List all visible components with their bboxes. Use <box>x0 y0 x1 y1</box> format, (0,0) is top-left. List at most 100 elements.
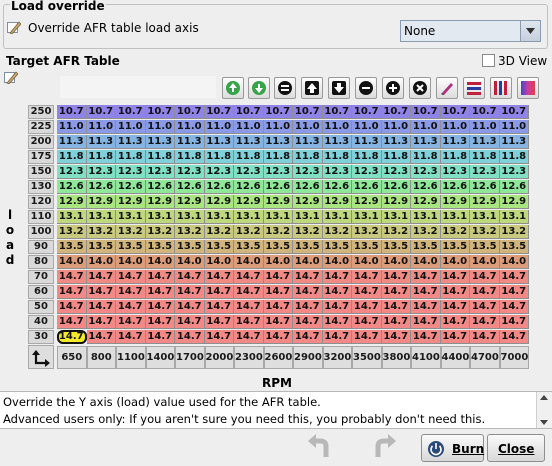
afr-cell[interactable]: 11.0 <box>175 120 205 134</box>
afr-cell[interactable]: 11.0 <box>440 120 470 134</box>
afr-cell[interactable]: 11.0 <box>234 120 264 134</box>
afr-cell[interactable]: 11.3 <box>499 135 529 149</box>
afr-cell[interactable]: 14.0 <box>263 255 293 269</box>
afr-cell[interactable]: 11.0 <box>293 120 323 134</box>
afr-cell[interactable]: 12.3 <box>204 165 234 179</box>
decrement-button[interactable] <box>248 77 270 99</box>
undo-icon[interactable] <box>306 433 336 461</box>
load-axis-cell[interactable]: 110 <box>28 210 54 224</box>
decrease-button[interactable] <box>328 77 350 99</box>
afr-cell[interactable]: 11.3 <box>116 135 146 149</box>
afr-cell[interactable]: 13.1 <box>322 210 352 224</box>
afr-cell[interactable]: 14.7 <box>322 300 352 314</box>
afr-cell[interactable]: 11.3 <box>263 135 293 149</box>
afr-cell[interactable]: 12.6 <box>293 180 323 194</box>
afr-cell[interactable]: 14.0 <box>86 255 116 269</box>
afr-cell[interactable]: 10.7 <box>381 105 411 119</box>
afr-cell[interactable]: 14.7 <box>352 270 382 284</box>
load-axis-select[interactable]: None <box>400 20 541 42</box>
afr-cell[interactable]: 13.5 <box>470 240 500 254</box>
afr-cell[interactable]: 13.1 <box>116 210 146 224</box>
rpm-axis-cell[interactable]: 4700 <box>470 346 500 369</box>
afr-cell[interactable]: 12.9 <box>411 195 441 209</box>
afr-cell[interactable]: 14.7 <box>440 330 470 344</box>
afr-cell[interactable]: 14.7 <box>116 270 146 284</box>
afr-cell[interactable]: 12.9 <box>145 195 175 209</box>
afr-cell[interactable]: 11.3 <box>175 135 205 149</box>
afr-cell[interactable]: 12.3 <box>175 165 205 179</box>
afr-cell[interactable]: 11.3 <box>381 135 411 149</box>
afr-cell[interactable]: 12.3 <box>381 165 411 179</box>
afr-cell[interactable]: 14.0 <box>175 255 205 269</box>
afr-cell[interactable]: 14.7 <box>57 270 87 284</box>
afr-cell[interactable]: 11.3 <box>322 135 352 149</box>
afr-cell[interactable]: 14.7 <box>499 330 529 344</box>
afr-cell[interactable]: 13.2 <box>499 225 529 239</box>
afr-cell[interactable]: 12.6 <box>145 180 175 194</box>
afr-cell[interactable]: 13.5 <box>263 240 293 254</box>
afr-cell[interactable]: 13.2 <box>411 225 441 239</box>
afr-cell[interactable]: 14.7 <box>204 330 234 344</box>
afr-cell[interactable]: 14.7 <box>175 270 205 284</box>
afr-cell[interactable]: 11.0 <box>499 120 529 134</box>
afr-cell[interactable]: 12.6 <box>57 180 87 194</box>
afr-cell[interactable]: 14.0 <box>322 255 352 269</box>
load-axis-cell[interactable]: 175 <box>28 150 54 164</box>
afr-cell[interactable]: 13.1 <box>263 210 293 224</box>
afr-cell[interactable]: 13.2 <box>470 225 500 239</box>
afr-cell[interactable]: 14.7 <box>234 300 264 314</box>
afr-cell[interactable]: 13.2 <box>352 225 382 239</box>
afr-cell[interactable]: 11.3 <box>293 135 323 149</box>
afr-cell[interactable]: 12.9 <box>263 195 293 209</box>
afr-cell[interactable]: 13.2 <box>234 225 264 239</box>
afr-cell[interactable]: 14.7 <box>293 330 323 344</box>
afr-cell[interactable]: 14.7 <box>322 330 352 344</box>
afr-cell[interactable]: 13.5 <box>145 240 175 254</box>
rpm-axis-cell[interactable]: 3800 <box>381 346 411 369</box>
afr-cell[interactable]: 14.7 <box>145 315 175 329</box>
afr-cell[interactable]: 14.7 <box>352 315 382 329</box>
rpm-axis-cell[interactable]: 2300 <box>234 346 264 369</box>
afr-cell[interactable]: 11.8 <box>57 150 87 164</box>
afr-cell[interactable]: 11.3 <box>86 135 116 149</box>
afr-cell[interactable]: 13.2 <box>57 225 87 239</box>
afr-cell[interactable]: 14.7 <box>411 330 441 344</box>
afr-cell[interactable]: 14.7 <box>381 270 411 284</box>
afr-cell[interactable]: 11.8 <box>322 150 352 164</box>
afr-cell[interactable]: 12.3 <box>116 165 146 179</box>
afr-cell[interactable]: 11.3 <box>352 135 382 149</box>
afr-cell[interactable]: 11.0 <box>86 120 116 134</box>
close-button[interactable]: Close <box>487 434 545 462</box>
afr-cell[interactable]: 14.7 <box>293 270 323 284</box>
afr-cell[interactable]: 14.7 <box>234 270 264 284</box>
afr-cell[interactable]: 14.7 <box>293 315 323 329</box>
afr-cell[interactable]: 11.3 <box>145 135 175 149</box>
increment-button[interactable] <box>222 77 244 99</box>
afr-cell[interactable]: 14.0 <box>293 255 323 269</box>
rpm-axis-cell[interactable]: 7000 <box>499 346 529 369</box>
afr-cell[interactable]: 13.2 <box>293 225 323 239</box>
swap-axis-button[interactable] <box>28 345 54 369</box>
afr-cell[interactable]: 13.5 <box>352 240 382 254</box>
afr-cell[interactable]: 12.3 <box>145 165 175 179</box>
afr-cell[interactable]: 12.6 <box>204 180 234 194</box>
afr-cell[interactable]: 13.1 <box>57 210 87 224</box>
afr-cell[interactable]: 12.6 <box>234 180 264 194</box>
afr-cell[interactable]: 13.1 <box>86 210 116 224</box>
afr-cell[interactable]: 14.7 <box>57 315 87 329</box>
load-axis-cell[interactable]: 130 <box>28 180 54 194</box>
afr-cell[interactable]: 13.5 <box>204 240 234 254</box>
afr-cell[interactable]: 13.1 <box>470 210 500 224</box>
afr-cell[interactable]: 13.1 <box>499 210 529 224</box>
afr-cell[interactable]: 12.9 <box>440 195 470 209</box>
afr-cell[interactable]: 14.7 <box>175 330 205 344</box>
load-axis-cell[interactable]: 90 <box>28 240 54 254</box>
afr-cell[interactable]: 12.6 <box>411 180 441 194</box>
afr-cell[interactable]: 13.1 <box>204 210 234 224</box>
afr-cell[interactable]: 14.0 <box>470 255 500 269</box>
afr-cell[interactable]: 13.1 <box>411 210 441 224</box>
afr-cell[interactable]: 14.0 <box>381 255 411 269</box>
afr-cell[interactable]: 14.7 <box>263 270 293 284</box>
afr-cell[interactable]: 13.5 <box>411 240 441 254</box>
afr-cell[interactable]: 10.7 <box>352 105 382 119</box>
